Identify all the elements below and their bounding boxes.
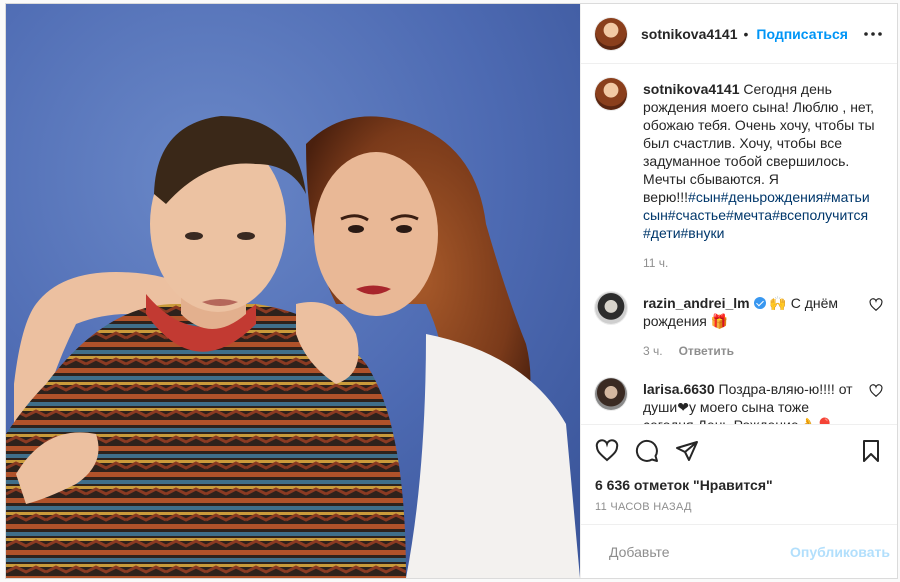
caption-text: Сегодня день рождения моего сына! Люблю … — [643, 81, 875, 205]
comment-time[interactable]: 3 ч. — [643, 344, 663, 358]
post-photo-illustration — [6, 4, 580, 578]
post-timestamp[interactable]: 11 часов назад — [595, 501, 883, 513]
commenter-avatar[interactable] — [595, 378, 627, 410]
commenter-username[interactable]: razin_andrei_lm — [643, 295, 750, 311]
comments-list[interactable]: sotnikova4141 Сегодня день рождения моег… — [581, 64, 897, 424]
author-avatar[interactable] — [595, 17, 627, 50]
caption-text-block: sotnikova4141 Сегодня день рождения моег… — [643, 80, 883, 242]
list-item: larisa.6630 Поздра-вляю-ю!!!! от души❤у … — [595, 378, 883, 424]
heart-icon[interactable] — [595, 439, 619, 463]
caption-meta: 11 ч. — [643, 256, 883, 270]
likes-count[interactable]: 6 636 отметок "Нравится" — [595, 477, 883, 493]
post-header: sotnikova4141 • Подписаться — [581, 4, 897, 64]
author-username[interactable]: sotnikova4141 — [641, 26, 738, 42]
comment-text-block: larisa.6630 Поздра-вляю-ю!!!! от души❤у … — [643, 380, 861, 424]
commenter-avatar[interactable] — [595, 292, 627, 324]
action-icons — [595, 435, 883, 467]
post-photo[interactable] — [6, 4, 580, 578]
add-comment-bar: Опубликовать — [581, 524, 897, 578]
caption-time[interactable]: 11 ч. — [643, 256, 668, 270]
comment-input[interactable] — [609, 543, 790, 560]
caption-username[interactable]: sotnikova4141 — [643, 81, 740, 97]
follow-button[interactable]: Подписаться — [756, 26, 848, 42]
caption: sotnikova4141 Сегодня день рождения моег… — [595, 78, 883, 242]
publish-button[interactable]: Опубликовать — [790, 544, 890, 560]
reply-button[interactable]: Ответить — [679, 344, 734, 358]
header-separator: • — [743, 25, 749, 42]
list-item: razin_andrei_lm 🙌 С днём рождения 🎁 — [595, 292, 883, 330]
instagram-post: sotnikova4141 • Подписаться sotnikova414… — [5, 3, 898, 579]
caption-avatar[interactable] — [595, 78, 627, 110]
commenter-username[interactable]: larisa.6630 — [643, 381, 715, 397]
comment-like-heart-icon[interactable] — [869, 384, 883, 398]
post-actions: 6 636 отметок "Нравится" 11 часов назад — [581, 424, 897, 524]
comment-icon[interactable] — [635, 439, 659, 463]
more-options-icon[interactable] — [861, 22, 885, 46]
post-sidebar: sotnikova4141 • Подписаться sotnikova414… — [580, 4, 897, 578]
comment-text-block: razin_andrei_lm 🙌 С днём рождения 🎁 — [643, 294, 861, 330]
share-icon[interactable] — [675, 439, 699, 463]
bookmark-icon[interactable] — [859, 439, 883, 463]
comment-meta: 3 ч. Ответить — [643, 344, 883, 358]
comment-like-heart-icon[interactable] — [869, 298, 883, 312]
verified-badge-icon — [753, 297, 766, 309]
